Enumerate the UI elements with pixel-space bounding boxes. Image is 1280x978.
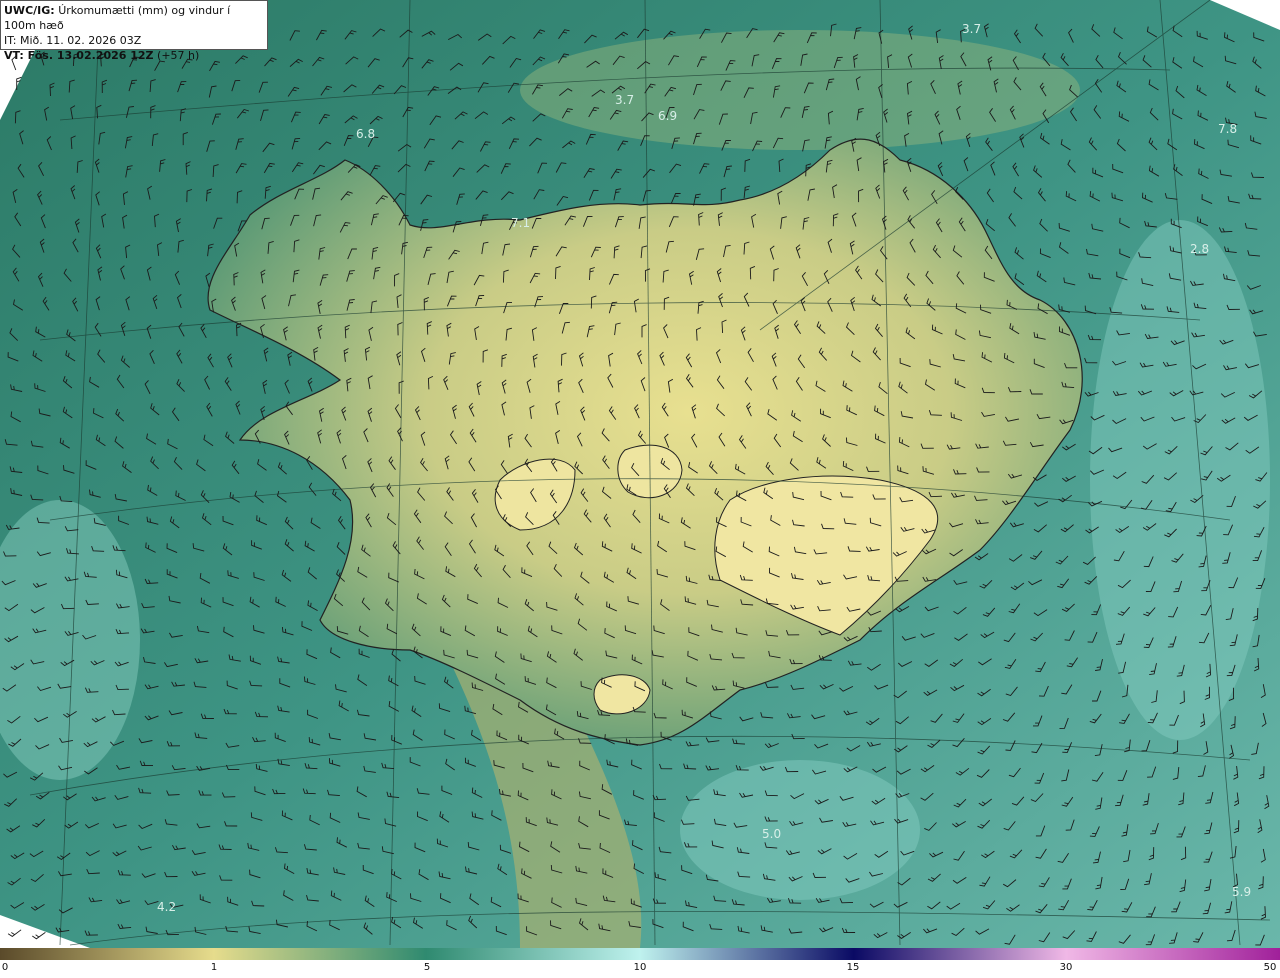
product-code: UWC/IG:	[4, 4, 55, 17]
value-label: 4.2	[157, 900, 176, 914]
colorbar-tick-label: 1	[210, 962, 218, 973]
colorbar-labels: 0 1 5 10 15 30 50	[0, 962, 1280, 978]
value-label: 2.8	[1190, 242, 1209, 256]
precipitable-water-map: 3.7 3.7 6.9 6.8 7.8 7.1 2.8 5.0 4.2 5.9	[0, 0, 1280, 948]
init-time: Mið. 11. 02. 2026 03Z	[19, 34, 142, 47]
colorbar-tick-label: 15	[846, 962, 860, 973]
title-line: UWC/IG: Úrkomumætti (mm) og vindur í 100…	[4, 3, 264, 33]
colorbar-tick-label: 0	[1, 962, 9, 973]
colorbar	[0, 948, 1280, 960]
value-label: 7.1	[511, 216, 530, 230]
colorbar-tick-label: 30	[1059, 962, 1073, 973]
value-label: 5.9	[1232, 885, 1251, 899]
value-label: 3.7	[615, 93, 634, 107]
value-label: 6.8	[356, 127, 375, 141]
init-time-label: IT:	[4, 34, 17, 47]
value-label: 7.8	[1218, 122, 1237, 136]
colorbar-tick-label: 50	[1263, 962, 1277, 973]
valid-time-line: VT: Fös. 13.02.2026 12Z (+57 h)	[4, 48, 264, 63]
map-info-box: UWC/IG: Úrkomumætti (mm) og vindur í 100…	[0, 0, 268, 62]
value-label: 5.0	[762, 827, 781, 841]
colorbar-tick-label: 10	[633, 962, 647, 973]
moist-swirl-se	[680, 760, 920, 900]
moist-swirl-e	[1090, 220, 1270, 740]
valid-time: VT: Fös. 13.02.2026 12Z	[4, 49, 154, 62]
value-label: 3.7	[962, 22, 981, 36]
value-label: 6.9	[658, 109, 677, 123]
lead-time: (+57 h)	[157, 49, 200, 62]
colorbar-tick-label: 5	[423, 962, 431, 973]
init-time-line: IT: Mið. 11. 02. 2026 03Z	[4, 33, 264, 48]
